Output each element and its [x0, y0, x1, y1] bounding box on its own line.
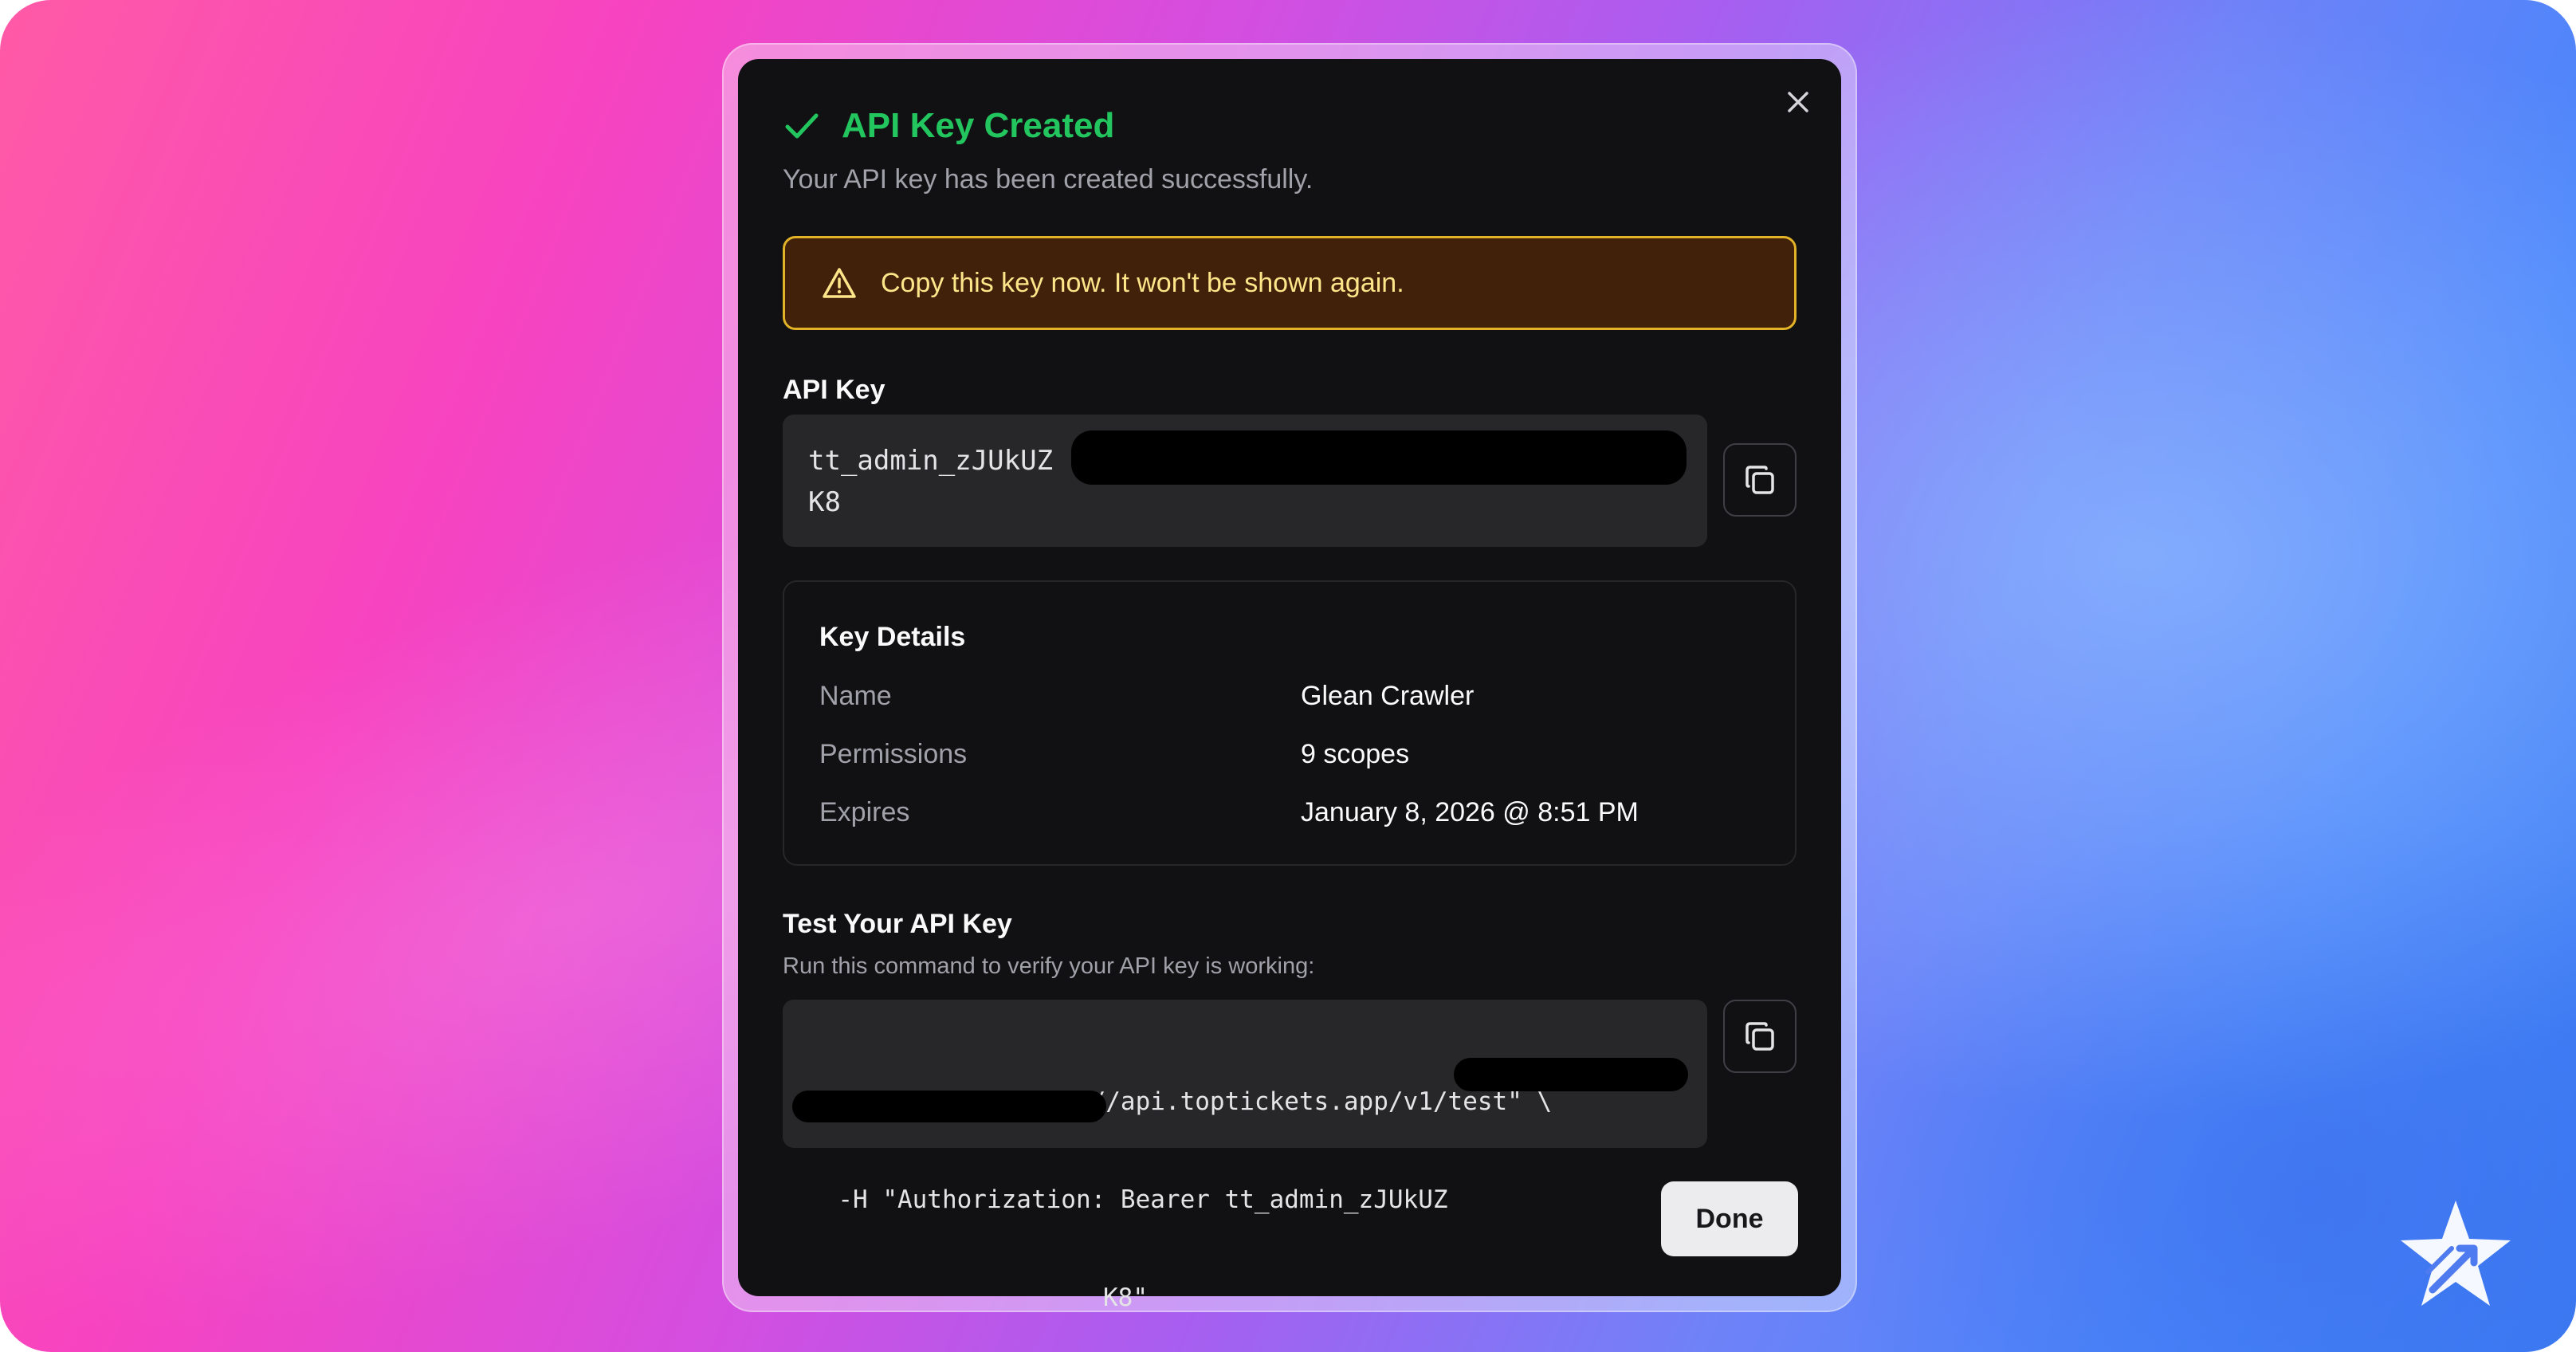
dialog-subtitle: Your API key has been created successful…	[783, 164, 1314, 195]
close-icon	[1788, 92, 1808, 112]
command-line-3: K8"	[1103, 1283, 1148, 1312]
redaction-bar	[792, 1091, 1106, 1122]
detail-key: Permissions	[819, 739, 968, 769]
api-key-label: API Key	[783, 375, 886, 405]
warning-triangle-icon	[823, 268, 856, 298]
warning-text: Copy this key now. It won't be shown aga…	[881, 267, 1404, 298]
redaction-bar	[1454, 1058, 1688, 1091]
detail-key: Expires	[819, 797, 910, 827]
dialog-header: API Key Created	[783, 102, 1114, 150]
key-details-title: Key Details	[819, 622, 966, 652]
check-icon	[785, 113, 819, 139]
key-details-card: Key Details Name Glean Crawler Permissio…	[783, 580, 1797, 866]
star-logo-icon	[2401, 1201, 2511, 1306]
api-key-line-2: K8	[808, 486, 841, 518]
copy-api-key-button[interactable]	[1723, 443, 1797, 517]
detail-key: Name	[819, 681, 892, 711]
dialog-title: API Key Created	[842, 106, 1115, 145]
detail-value: 9 scopes	[1301, 739, 1410, 769]
detail-value: January 8, 2026 @ 8:51 PM	[1301, 797, 1639, 827]
close-button[interactable]	[1784, 88, 1812, 116]
redaction-bar	[1071, 430, 1687, 485]
done-button[interactable]: Done	[1661, 1181, 1798, 1256]
copy-icon	[1745, 1022, 1774, 1051]
command-line-2: -H "Authorization: Bearer tt_admin_zJUkU…	[808, 1185, 1448, 1214]
test-section-title: Test Your API Key	[783, 909, 1012, 939]
copy-icon	[1745, 466, 1774, 494]
test-section-hint: Run this command to verify your API key …	[783, 953, 1315, 979]
detail-value: Glean Crawler	[1301, 681, 1475, 711]
copy-command-button[interactable]	[1723, 1000, 1797, 1073]
warning-banner: Copy this key now. It won't be shown aga…	[783, 236, 1797, 330]
